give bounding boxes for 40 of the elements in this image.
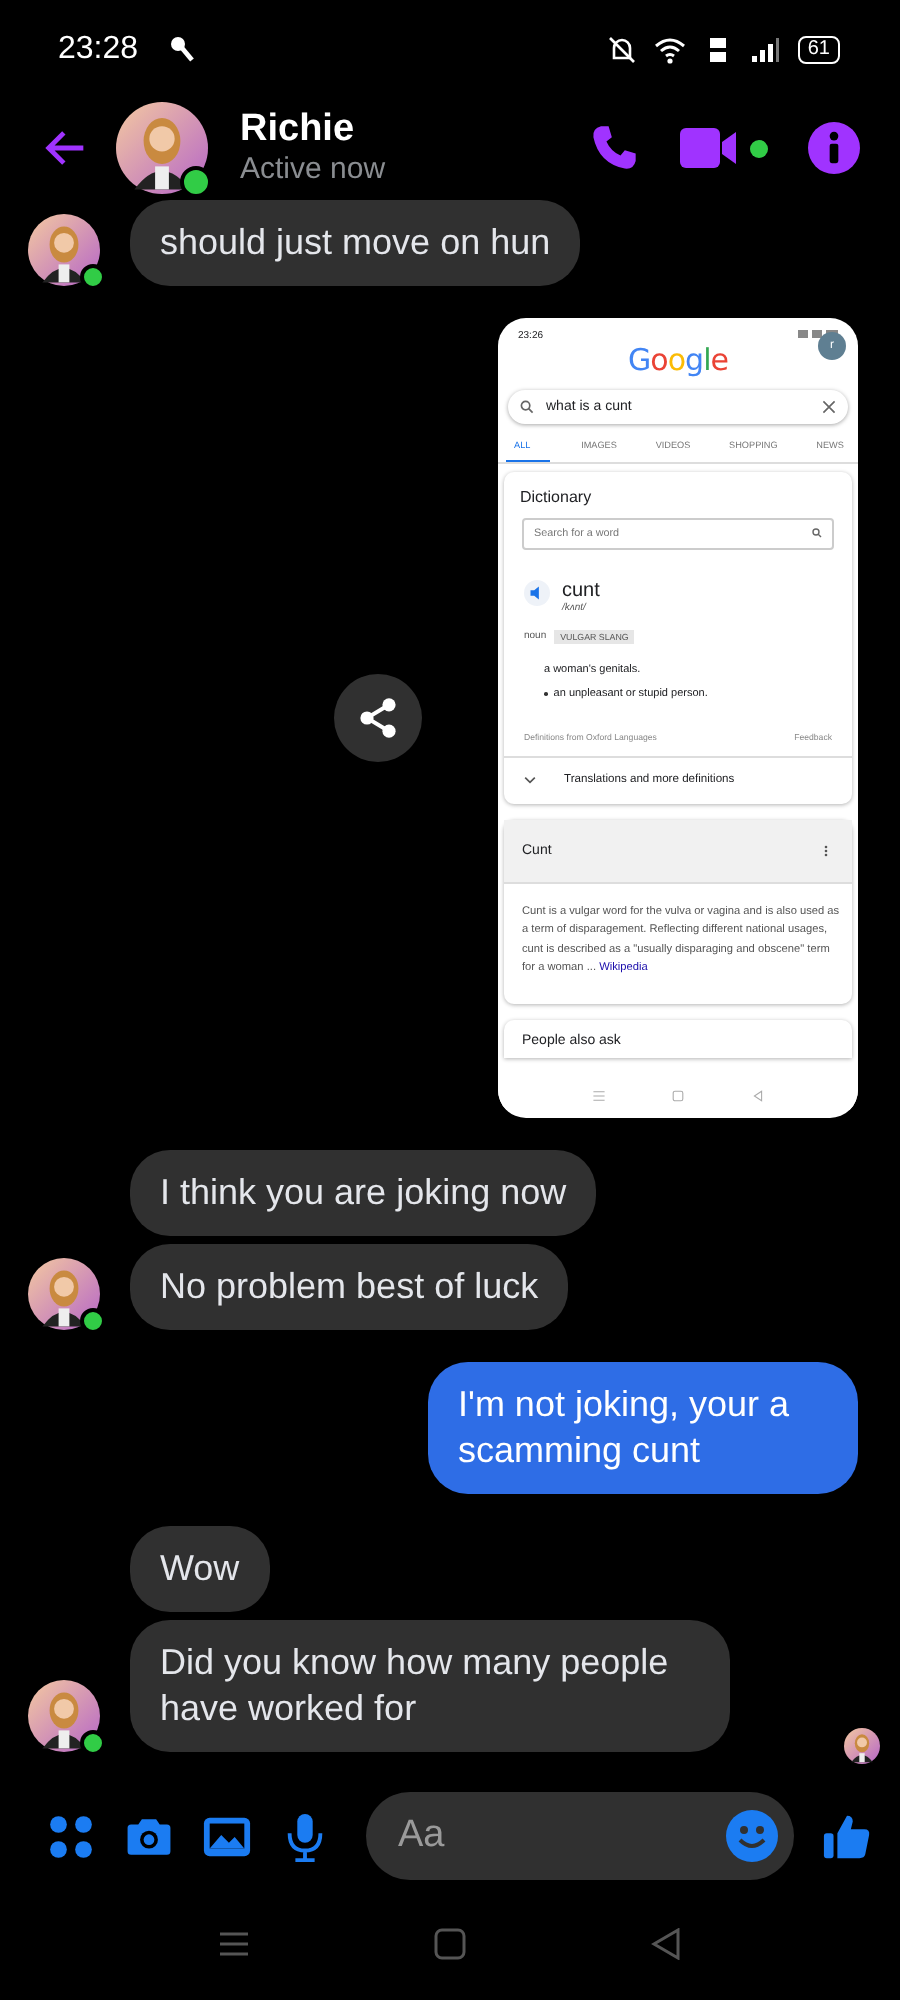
message-bubble[interactable]: No problem best of luck bbox=[130, 1243, 569, 1330]
apps-icon[interactable] bbox=[46, 1811, 96, 1862]
card-title: Dictionary bbox=[518, 485, 594, 510]
key-icon bbox=[166, 33, 199, 66]
avatar[interactable] bbox=[844, 1727, 880, 1764]
clock-time: 23:28 bbox=[58, 31, 139, 68]
info-icon[interactable] bbox=[808, 121, 860, 174]
close-icon[interactable] bbox=[822, 399, 836, 414]
message-input[interactable]: Aa bbox=[366, 1792, 794, 1881]
shared-screenshot[interactable] bbox=[498, 317, 858, 1118]
speaker-icon[interactable] bbox=[524, 579, 550, 606]
contact-status: Active now bbox=[240, 152, 388, 187]
dictionary-word: cunt bbox=[562, 579, 600, 602]
search-icon bbox=[520, 399, 534, 414]
logo: Google bbox=[628, 341, 728, 378]
phone-icon[interactable] bbox=[588, 121, 640, 174]
wifi-icon bbox=[653, 33, 686, 66]
avatar[interactable] bbox=[28, 1257, 100, 1330]
back-icon[interactable] bbox=[650, 1928, 682, 1961]
battery-indicator: 61 bbox=[797, 35, 840, 64]
avatar[interactable] bbox=[28, 1679, 100, 1752]
thumbs-up-icon[interactable] bbox=[822, 1811, 872, 1862]
message-bubble[interactable]: Did you know how many people have worked for bbox=[130, 1619, 730, 1752]
video-camera-icon[interactable] bbox=[680, 125, 740, 170]
share-icon bbox=[356, 695, 400, 740]
emoji-icon[interactable] bbox=[726, 1810, 778, 1863]
share-button[interactable] bbox=[334, 673, 422, 762]
search-icon bbox=[812, 528, 822, 539]
message-bubble[interactable]: I'm not joking, your a scamming cunt bbox=[428, 1361, 858, 1494]
message-bubble[interactable]: Wow bbox=[130, 1525, 270, 1612]
message-bubble[interactable]: should just move on hun bbox=[130, 199, 581, 286]
chevron-down-icon bbox=[524, 775, 536, 784]
contact-name[interactable]: Richie bbox=[240, 108, 564, 153]
avatar[interactable] bbox=[116, 101, 208, 194]
muted-bell-icon bbox=[605, 33, 638, 66]
avatar[interactable] bbox=[28, 213, 100, 286]
home-icon[interactable] bbox=[434, 1928, 466, 1961]
menu-icon[interactable] bbox=[218, 1930, 250, 1959]
message-bubble[interactable]: I think you are joking now bbox=[130, 1149, 597, 1236]
signal-icon bbox=[749, 33, 782, 66]
